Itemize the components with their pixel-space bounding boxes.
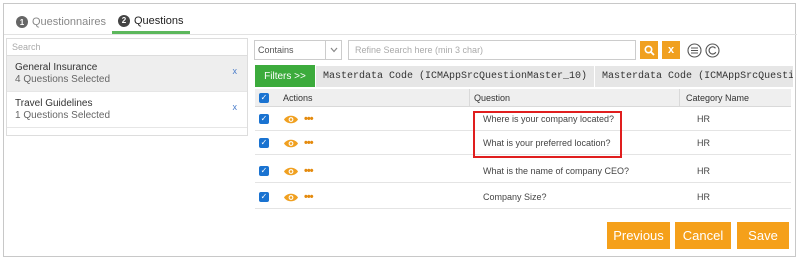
questionnaire-group-panel: General Insurance 4 Questions Selected x… xyxy=(6,38,248,136)
step-number-badge: 2 xyxy=(118,14,130,27)
active-filter-chips: Masterdata Code (ICMAppSrcQuestionMaster… xyxy=(316,66,793,87)
operator-value: Contains xyxy=(258,45,294,55)
question-cell: What is the name of company CEO? xyxy=(483,166,630,176)
more-options-icon[interactable]: ••• xyxy=(304,191,314,203)
group-selected-count: 1 Questions Selected xyxy=(15,110,111,121)
tab-divider xyxy=(4,34,797,35)
refine-search-input[interactable] xyxy=(348,40,636,60)
column-header-actions[interactable]: Actions xyxy=(283,89,468,106)
column-header-category[interactable]: Category Name xyxy=(679,89,791,106)
tab-label: Questionnaires xyxy=(32,16,106,28)
questions-table: ✓ Actions Question Category Name ✓ ••• W… xyxy=(255,89,791,214)
more-options-icon[interactable]: ••• xyxy=(304,137,314,149)
table-row[interactable]: ✓ ••• Company Size? HR xyxy=(255,186,791,209)
view-eye-icon[interactable] xyxy=(283,137,299,149)
group-item-travel-guidelines[interactable]: Travel Guidelines 1 Questions Selected x xyxy=(7,92,247,128)
group-item-general-insurance[interactable]: General Insurance 4 Questions Selected x xyxy=(7,56,247,92)
view-eye-icon[interactable] xyxy=(283,165,299,177)
clear-search-button[interactable]: x xyxy=(662,41,680,59)
select-all-checkbox[interactable]: ✓ xyxy=(259,92,269,103)
group-selected-count: 4 Questions Selected xyxy=(15,74,111,85)
row-checkbox[interactable]: ✓ xyxy=(259,166,269,176)
category-cell: HR xyxy=(697,114,710,124)
table-row[interactable]: ✓ ••• What is the name of company CEO? H… xyxy=(255,160,791,183)
table-header-row: ✓ Actions Question Category Name xyxy=(255,89,791,107)
view-eye-icon[interactable] xyxy=(283,113,299,125)
operator-select[interactable]: Contains xyxy=(254,40,342,60)
category-cell: HR xyxy=(697,166,710,176)
column-header-question[interactable]: Question xyxy=(469,89,679,106)
chevron-down-icon xyxy=(325,41,341,59)
table-row[interactable]: ✓ ••• Where is your company located? HR xyxy=(255,108,791,131)
list-view-icon[interactable] xyxy=(686,42,702,58)
search-button[interactable] xyxy=(640,41,658,59)
row-checkbox[interactable]: ✓ xyxy=(259,192,269,202)
filter-chip[interactable]: Masterdata Code (ICMAppSrcQuestionMaster… xyxy=(595,66,793,87)
view-eye-icon[interactable] xyxy=(283,191,299,203)
category-cell: HR xyxy=(697,192,710,202)
search-icon xyxy=(643,44,655,56)
question-cell: Where is your company located? xyxy=(483,114,615,124)
group-title: Travel Guidelines xyxy=(15,98,93,109)
search-toolbar: Contains x xyxy=(254,40,720,60)
cancel-button[interactable]: Cancel xyxy=(675,222,731,249)
more-options-icon[interactable]: ••• xyxy=(304,113,314,125)
tab-questionnaires[interactable]: 1 Questionnaires xyxy=(10,10,112,34)
tab-questions[interactable]: 2 Questions xyxy=(112,10,190,34)
remove-group-button[interactable]: x xyxy=(233,66,238,76)
filter-chip[interactable]: Masterdata Code (ICMAppSrcQuestionMaster… xyxy=(316,66,596,87)
tab-label: Questions xyxy=(134,14,184,27)
step-tabs: 1 Questionnaires 2 Questions xyxy=(10,10,190,36)
filters-toggle-button[interactable]: Filters >> xyxy=(255,65,315,87)
previous-button[interactable]: Previous xyxy=(607,222,670,249)
refresh-icon[interactable] xyxy=(704,42,720,58)
save-button[interactable]: Save xyxy=(737,222,789,249)
more-options-icon[interactable]: ••• xyxy=(304,165,314,177)
row-checkbox[interactable]: ✓ xyxy=(259,114,269,124)
row-checkbox[interactable]: ✓ xyxy=(259,138,269,148)
question-cell: What is your preferred location? xyxy=(483,138,611,148)
group-title: General Insurance xyxy=(15,62,98,73)
step-number-badge: 1 xyxy=(16,16,28,28)
category-cell: HR xyxy=(697,138,710,148)
group-search-input[interactable] xyxy=(7,39,247,56)
remove-group-button[interactable]: x xyxy=(233,102,238,112)
question-cell: Company Size? xyxy=(483,192,547,202)
table-row[interactable]: ✓ ••• What is your preferred location? H… xyxy=(255,132,791,155)
